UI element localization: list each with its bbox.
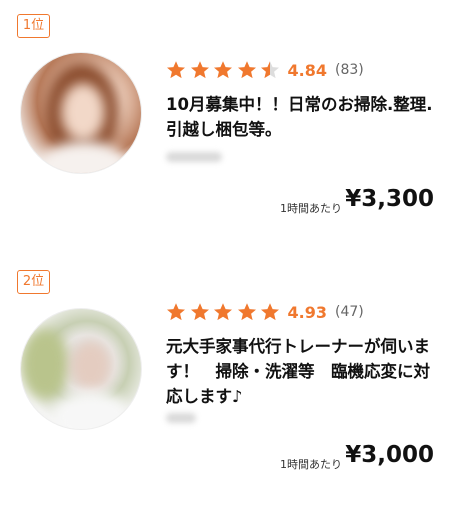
blurred-provider-name [166, 152, 222, 162]
star-icon [213, 60, 233, 80]
star-icon [166, 302, 186, 322]
listing-card-1[interactable]: 1位 4.84 (83) 10月募集中！！日常のお掃除.整理.引越し梱包等。 1… [0, 0, 452, 250]
star-icon [190, 60, 210, 80]
star-icon [237, 60, 257, 80]
review-count: (83) [334, 62, 364, 78]
rating-score: 4.84 [287, 60, 327, 80]
review-count: (47) [334, 304, 364, 320]
rating-row: 4.93 (47) [166, 300, 364, 324]
avatar[interactable] [20, 308, 142, 430]
star-icon [190, 302, 210, 322]
listing-title[interactable]: 元大手家事代行トレーナーが伺います！ 掃除・洗濯等 臨機応変に対応します♪ [166, 334, 446, 409]
listing-title[interactable]: 10月募集中！！日常のお掃除.整理.引越し梱包等。 [166, 92, 446, 142]
listing-card-2[interactable]: 2位 4.93 (47) 元大手家事代行トレーナーが伺います！ 掃除・洗濯等 臨… [0, 256, 452, 506]
star-icon [166, 60, 186, 80]
rank-badge: 1位 [17, 14, 50, 38]
avatar[interactable] [20, 52, 142, 174]
star-icon [260, 302, 280, 322]
price-unit: 1時間あたり [280, 458, 342, 471]
blurred-provider-name [166, 413, 196, 423]
rank-badge: 2位 [17, 270, 50, 294]
rating-row: 4.84 (83) [166, 58, 364, 82]
price-unit: 1時間あたり [280, 202, 342, 215]
price: ¥3,300 [345, 186, 434, 212]
price: ¥3,000 [345, 442, 434, 468]
rating-score: 4.93 [287, 302, 327, 322]
star-icon [213, 302, 233, 322]
star-icon [260, 60, 280, 80]
star-icon [237, 302, 257, 322]
